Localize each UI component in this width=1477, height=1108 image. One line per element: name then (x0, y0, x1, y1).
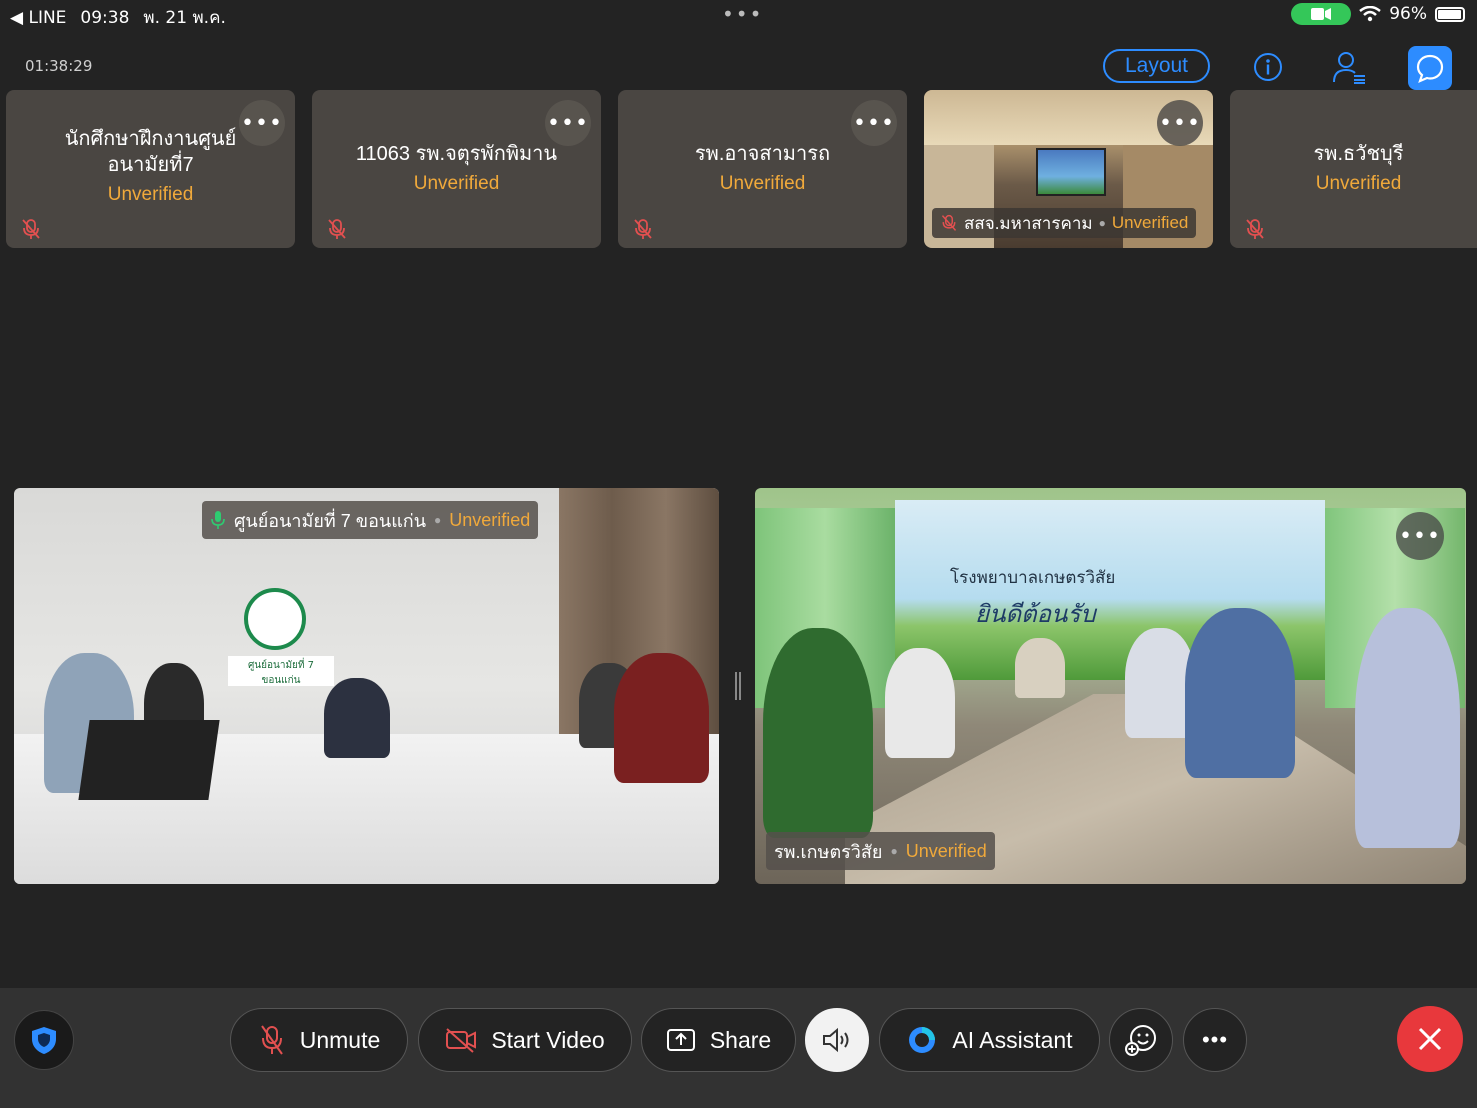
participant-name: สสจ.มหาสารคาม (964, 213, 1093, 233)
participant-name: ศูนย์อนามัยที่ 7 ขอนแก่น (234, 510, 427, 531)
share-label: Share (709, 1026, 772, 1053)
participant-tile[interactable]: นักศึกษาฝึกงานศูนย์อนามัยที่7 Unverified… (6, 90, 295, 248)
share-screen-icon (666, 1029, 695, 1051)
more-options-button[interactable]: ••• (1396, 512, 1444, 560)
video-feed-person (324, 678, 390, 758)
security-shield-icon[interactable] (14, 1010, 74, 1070)
separator-dot: ● (890, 844, 898, 858)
video-off-icon (446, 1028, 477, 1053)
muted-mic-icon (22, 219, 40, 239)
layout-button[interactable]: Layout (1103, 49, 1210, 83)
participant-label: ศูนย์อนามัยที่ 7 ขอนแก่น ● Unverified (202, 501, 539, 539)
ministry-logo (244, 588, 306, 650)
participant-tile[interactable]: รพ.อาจสามารถ Unverified ••• (618, 90, 907, 248)
multitask-dots-icon[interactable]: ••• (722, 2, 763, 26)
verification-status: Unverified (413, 173, 500, 194)
video-feed-person (614, 653, 709, 783)
status-date: พ. 21 พ.ค. (143, 8, 226, 28)
verification-status: Unverified (1111, 213, 1189, 232)
close-icon (1418, 1027, 1442, 1051)
more-options-button[interactable]: ••• (545, 100, 591, 146)
battery-icon (1435, 6, 1465, 22)
battery-percent: 96% (1389, 4, 1427, 24)
participant-name: รพ.ธวัชบุรี (1313, 143, 1404, 165)
verification-status: Unverified (1315, 173, 1402, 194)
camera-in-use-icon (1291, 3, 1352, 25)
ai-assistant-label: AI Assistant (952, 1026, 1073, 1053)
speaker-button[interactable] (805, 1008, 869, 1072)
share-button[interactable]: Share (641, 1008, 796, 1072)
participant-label: สสจ.มหาสารคาม ● Unverified (932, 208, 1197, 238)
participant-name: นักศึกษาฝึกงานศูนย์อนามัยที่7 (64, 128, 237, 176)
muted-mic-icon (328, 219, 346, 239)
participant-video-tile[interactable]: ••• สสจ.มหาสารคาม ● Unverified (924, 90, 1213, 248)
separator-dot: ● (434, 513, 442, 527)
participant-label: รพ.เกษตรวิสัย ● Unverified (766, 832, 995, 870)
muted-mic-icon (1246, 219, 1264, 239)
wall-sign: ศูนย์อนามัยที่ 7 ขอนแก่น (228, 656, 334, 686)
status-time: 09:38 (80, 7, 130, 28)
more-button[interactable]: ••• (1183, 1008, 1247, 1072)
banner-title: โรงพยาบาลเกษตรวิสัย (950, 568, 1116, 587)
back-to-app-link[interactable]: ◀ LINE (10, 8, 66, 28)
start-video-button[interactable]: Start Video (418, 1008, 632, 1072)
main-video-left[interactable]: ศูนย์อนามัยที่ 7 ขอนแก่น ศูนย์อนามัยที่ … (14, 488, 719, 884)
chat-icon[interactable] (1408, 46, 1452, 90)
muted-mic-icon (260, 1025, 283, 1055)
verification-status: Unverified (449, 509, 531, 530)
speaker-icon (823, 1027, 849, 1053)
participant-name: รพ.อาจสามารถ (694, 143, 831, 165)
banner-subtitle: ยินดีต้อนรับ (975, 602, 1096, 628)
participant-tile[interactable]: รพ.ธวัชบุรี Unverified (1230, 90, 1477, 248)
muted-mic-icon (634, 219, 652, 239)
video-feed-person (1355, 608, 1460, 848)
ai-assistant-button[interactable]: AI Assistant (879, 1008, 1100, 1072)
participant-name: รพ.เกษตรวิสัย (774, 841, 883, 862)
unmute-label: Unmute (299, 1026, 381, 1053)
status-bar: ◀ LINE 09:38 พ. 21 พ.ค. ••• 96% (0, 0, 1477, 30)
end-meeting-button[interactable] (1397, 1006, 1463, 1072)
video-feed-projector-screen (1036, 148, 1106, 196)
verification-status: Unverified (905, 840, 987, 861)
reactions-button[interactable] (1109, 1008, 1173, 1072)
wifi-icon (1359, 6, 1381, 22)
main-video-right[interactable]: โรงพยาบาลเกษตรวิสัย ยินดีต้อนรับ ••• รพ.… (755, 488, 1466, 884)
info-icon[interactable] (1247, 46, 1289, 88)
verification-status: Unverified (719, 173, 806, 194)
ai-assistant-icon (909, 1027, 936, 1053)
separator-dot: ● (1098, 216, 1106, 230)
unmute-button[interactable]: Unmute (230, 1008, 408, 1072)
video-feed-laptop (78, 720, 220, 800)
video-feed-person (763, 628, 873, 838)
meeting-timer: 01:38:29 (25, 57, 93, 75)
verification-status: Unverified (107, 184, 194, 205)
video-feed-person (1015, 638, 1065, 698)
participant-tile[interactable]: 11063 รพ.จตุรพักพิมาน Unverified ••• (312, 90, 601, 248)
split-divider-handle[interactable] (735, 672, 741, 700)
more-options-button[interactable]: ••• (1157, 100, 1203, 146)
more-options-button[interactable]: ••• (239, 100, 285, 146)
video-feed-person (885, 648, 955, 758)
active-mic-icon (211, 511, 225, 529)
reaction-smiley-icon (1125, 1025, 1156, 1056)
video-feed-person (1185, 608, 1295, 778)
more-options-button[interactable]: ••• (851, 100, 897, 146)
muted-mic-icon (941, 214, 957, 231)
participant-name: 11063 รพ.จตุรพักพิมาน (355, 143, 558, 165)
meeting-toolbar: Unmute Start Video Share AI Assistant ••… (0, 988, 1477, 1108)
start-video-label: Start Video (491, 1026, 605, 1053)
participants-icon[interactable] (1328, 46, 1370, 88)
